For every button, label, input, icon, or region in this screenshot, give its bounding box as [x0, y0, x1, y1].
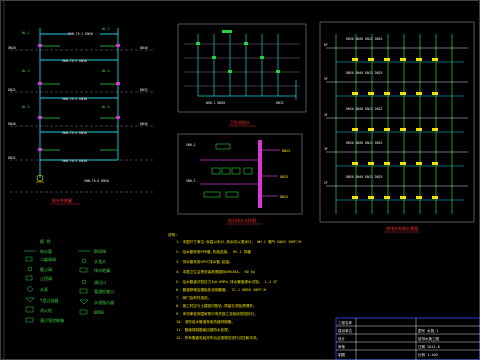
title-block-cell: 比例 1:100 — [418, 352, 438, 357]
note-line: 11. 管道穿越屋面应做防水处理。 — [176, 327, 231, 332]
title-block-cell: 制图 — [338, 352, 346, 357]
svg-text:4F: 4F — [324, 113, 328, 117]
legend-title: 图 例 — [40, 238, 50, 244]
svg-text:DN50 DN40 DN32 DN25: DN50 DN40 DN32 DN25 — [346, 71, 383, 75]
legend-item: 二级闸阀 — [40, 256, 56, 262]
legend-item: 水龙头 — [94, 258, 106, 264]
svg-text:WL-2: WL-2 — [102, 27, 110, 31]
title-block-cell: 日期 2013.8 — [418, 344, 440, 349]
title-block-cell: 图号 水施-1 — [418, 328, 438, 333]
note-line: 9. 未尽事宜按国家现行有关施工及验收规范执行。 — [176, 311, 258, 316]
legend-item: DN100 — [94, 249, 107, 254]
svg-text:DN32: DN32 — [8, 156, 16, 160]
left-system-diagram: SWN-70-1 DN50 SWN-70-2 DN50 SWN-70-3 DN5… — [8, 27, 155, 205]
svg-text:SWN-70-5 DN50: SWN-70-5 DN50 — [62, 159, 87, 163]
svg-text:WL-6: WL-6 — [102, 105, 110, 109]
svg-text:2F: 2F — [324, 181, 328, 185]
design-notes: 说明: 1. 本图尺寸单位:标高以米计,其余均以毫米计。 WH-1 暖气 DN2… — [168, 232, 301, 340]
left-system-title: 給水系統圖 — [52, 197, 72, 203]
middle-center-detail: DN25 DN25 DN25 SWB-1 SWB-2 给水排水大样图 — [177, 133, 303, 225]
note-line: 2. 给水管采用PPR管,热熔连接。 HV-1 供暖 — [176, 249, 251, 254]
svg-text:DN50 DN40 DN32 DN25: DN50 DN40 DN32 DN25 — [346, 107, 383, 111]
svg-text:DN50 DN40 DN32 DN25: DN50 DN40 DN32 DN25 — [346, 141, 383, 145]
legend-item: DN50 — [94, 310, 104, 315]
svg-text:DN40: DN40 — [140, 46, 148, 50]
note-line: 8. 施工时应与土建密切配合,预留孔洞及预埋件。 — [176, 303, 257, 308]
note-line: 6. 管道穿墙及楼板处设钢套管。 TC-1 DN50 20M³/H — [176, 287, 266, 292]
svg-text:SWB-2: SWB-2 — [186, 179, 196, 183]
note-line: 12. 所有管道安装完毕后应按规范进行试压和冲洗。 — [176, 335, 260, 340]
legend-item: 排水地漏 — [94, 267, 110, 273]
title-block-cell: 工程名称 — [338, 320, 352, 325]
top-center-title: 卫生间给水 — [230, 119, 250, 125]
right-system-title: 给排水系统示意图 — [386, 225, 418, 231]
svg-text:SWN-70-2 DN50: SWN-70-2 DN50 — [62, 59, 87, 63]
legend-item: Y型过滤器 — [40, 297, 58, 303]
legend-item: 消火栓 — [40, 307, 52, 313]
svg-text:WL-3: WL-3 — [22, 69, 30, 73]
legend-item: 止回阀 — [40, 275, 52, 281]
svg-text:DN40: DN40 — [140, 122, 148, 126]
note-line: 3. 排水管采用UPVC排水管,粘接。 — [176, 259, 233, 264]
note-line: 4. 本图卫生洁具安装参照国标09S304。 50 Ep — [176, 269, 255, 274]
title-block: 工程名称 建设单位 图号 水施-1 设计 给排水施工图 审核 日期 2013.8… — [335, 317, 480, 360]
legend-item: 清扫口 — [94, 279, 106, 285]
note-line: 5. 给水管道试验压力为0.6MPa,排水管做灌水试验。 1-4 2F — [176, 279, 277, 284]
legend-item: 给水管 — [40, 248, 52, 254]
title-block-cell: 设计 — [338, 336, 346, 341]
legend-panel: 图 例 给水管 二级闸阀 截止阀 止回阀 水表 Y型过滤器 消火栓 潜污泵控制箱… — [24, 238, 114, 323]
note-line: 10. 消防给水管道采用热镀锌钢管。 — [176, 319, 235, 324]
svg-text:5F: 5F — [324, 77, 328, 81]
title-block-cell: 审核 — [338, 344, 346, 349]
svg-text:DN32: DN32 — [140, 88, 148, 92]
middle-center-title: 给水排水大样图 — [228, 217, 256, 223]
svg-text:SWB-1: SWB-1 — [186, 143, 196, 147]
svg-text:SWN-70-4 DN50: SWN-70-4 DN50 — [62, 131, 87, 135]
legend-item: 水流指示器 — [94, 299, 114, 305]
right-system-diagram: 6F 5F 4F 3F 2F DN50 DN40 DN32 DN25 DN50 DN… — [319, 21, 475, 233]
note-line: 7. 阀门及附件选用。 — [176, 295, 211, 300]
svg-text:DN25: DN25 — [280, 175, 288, 179]
svg-text:DN40: DN40 — [8, 46, 16, 50]
title-block-cell: 给排水施工图 — [418, 336, 439, 341]
svg-text:WL-4: WL-4 — [102, 69, 110, 73]
title-block-cell: 建设单位 — [338, 328, 352, 333]
svg-text:DN50 DN40 DN32 DN25: DN50 DN40 DN32 DN25 — [346, 175, 383, 179]
svg-text:3F: 3F — [324, 147, 328, 151]
legend-item: 潜污泵控制箱 — [40, 317, 64, 323]
svg-text:DN25: DN25 — [282, 149, 290, 153]
svg-text:DN32: DN32 — [8, 88, 16, 92]
svg-text:6F: 6F — [324, 43, 328, 47]
legend-item: 水表 — [40, 286, 48, 292]
legend-item: 管道检查口 — [94, 288, 114, 294]
svg-text:DN50 DN40 DN32 DN25: DN50 DN40 DN32 DN25 — [346, 37, 383, 41]
svg-text:DN40: DN40 — [8, 122, 16, 126]
svg-text:DN25: DN25 — [280, 195, 288, 199]
svg-text:WL-1: WL-1 — [22, 31, 30, 35]
svg-text:WL-5: WL-5 — [22, 105, 30, 109]
svg-text:SWN-70-3 DN50: SWN-70-3 DN50 — [62, 97, 87, 101]
svg-text:DN32: DN32 — [276, 101, 284, 105]
svg-text:WHD-1 DN50: WHD-1 DN50 — [206, 101, 225, 105]
notes-header: 说明: — [168, 232, 177, 237]
cad-drawing-canvas[interactable]: SWN-70-1 DN50 SWN-70-2 DN50 SWN-70-3 DN5… — [0, 0, 480, 360]
svg-text:SWN-70-6 DN50: SWN-70-6 DN50 — [84, 179, 109, 183]
note-line: 1. 本图尺寸单位:标高以米计,其余均以毫米计。 WH-1 暖气 DN25 20… — [176, 239, 301, 244]
legend-item: 截止阀 — [40, 266, 52, 272]
top-center-detail: WHD-1 DN50 DN32 卫生间给水 — [177, 23, 307, 127]
svg-text:SWN-70-1 DN50: SWN-70-1 DN50 — [68, 32, 93, 36]
